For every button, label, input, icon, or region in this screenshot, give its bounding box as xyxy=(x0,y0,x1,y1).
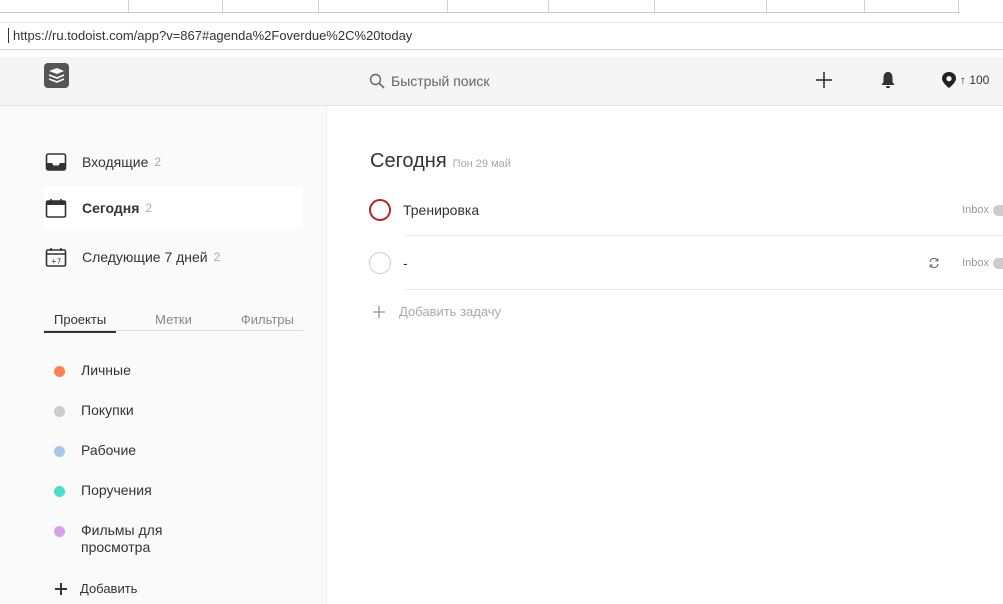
task-project-label[interactable]: Inbox xyxy=(962,257,1003,269)
tab-separator xyxy=(864,0,865,12)
project-item[interactable]: Поручения xyxy=(44,482,303,510)
project-color-dot xyxy=(54,526,65,537)
tab-labels[interactable]: Метки xyxy=(145,309,202,333)
tab-separator xyxy=(128,0,129,12)
sidebar-item-today[interactable]: Сегодня 2 xyxy=(44,186,303,229)
project-label: Рабочие xyxy=(81,442,137,458)
project-item[interactable]: Фильмы для просмотра xyxy=(44,522,204,555)
karma-score: ↑ 100 xyxy=(960,73,990,87)
plus-icon xyxy=(55,582,67,595)
bell-icon[interactable] xyxy=(879,70,897,90)
app-header: Быстрый поиск ↑ 100 xyxy=(0,57,1003,106)
sidebar-item-label: Входящие xyxy=(82,153,149,170)
view-heading: Сегодня Пон 29 май xyxy=(370,150,511,173)
plus-icon xyxy=(373,305,385,318)
add-task-plus-icon[interactable] xyxy=(813,69,835,91)
sidebar-item-label: Следующие 7 дней xyxy=(82,248,208,265)
todoist-logo-icon[interactable] xyxy=(44,63,69,88)
karma-icon xyxy=(942,72,956,88)
tab-separator xyxy=(222,0,223,12)
project-label: Личные xyxy=(81,362,131,378)
project-item[interactable]: Личные xyxy=(44,362,303,390)
tab-separator xyxy=(318,0,319,12)
project-item[interactable]: Рабочие xyxy=(44,442,303,470)
sidebar-item-label: Сегодня xyxy=(82,199,140,216)
project-color-dot xyxy=(54,446,65,457)
sidebar-item-next-7-days[interactable]: +7 Следующие 7 дней 2 xyxy=(44,235,303,278)
task-divider xyxy=(404,289,1003,290)
task-project-label[interactable]: Inbox xyxy=(962,204,1003,216)
url-text[interactable]: https://ru.todoist.com/app?v=867#agenda%… xyxy=(13,28,412,43)
add-task-button[interactable]: Добавить задачу xyxy=(373,304,501,319)
text-caret xyxy=(8,28,9,43)
task-item[interactable]: - Inbox xyxy=(369,237,1003,289)
sidebar-item-count: 2 xyxy=(213,249,221,264)
tab-separator xyxy=(958,0,959,12)
search-placeholder: Быстрый поиск xyxy=(391,73,490,89)
project-label: Поручения xyxy=(81,482,152,498)
calendar-next-7-icon: +7 xyxy=(45,247,67,267)
project-color-dot xyxy=(54,486,65,497)
task-content[interactable]: Тренировка xyxy=(403,202,479,218)
task-checkbox[interactable] xyxy=(369,252,391,274)
tab-separator xyxy=(766,0,767,12)
add-project-label: Добавить xyxy=(80,581,138,596)
svg-text:+7: +7 xyxy=(51,257,61,265)
address-bar[interactable]: https://ru.todoist.com/app?v=867#agenda%… xyxy=(0,22,1003,50)
sidebar-item-count: 2 xyxy=(145,200,153,215)
sidebar-item-count: 2 xyxy=(154,154,162,169)
inbox-icon xyxy=(45,152,67,171)
project-label: Покупки xyxy=(81,402,134,418)
tab-filters[interactable]: Фильтры xyxy=(231,309,304,333)
project-color-dot xyxy=(54,406,65,417)
karma-button[interactable]: ↑ 100 xyxy=(941,71,989,89)
task-project-name: Inbox xyxy=(962,204,989,216)
search-icon xyxy=(369,73,385,89)
tab-strip-border xyxy=(0,12,960,13)
tab-separator xyxy=(654,0,655,12)
browser-tab-strip xyxy=(0,0,1003,16)
quick-search[interactable]: Быстрый поиск xyxy=(369,70,490,92)
project-color-dot xyxy=(54,366,65,377)
page-date: Пон 29 май xyxy=(452,158,511,170)
task-checkbox[interactable] xyxy=(369,199,391,221)
task-item[interactable]: Тренировка Inbox xyxy=(369,184,1003,236)
add-project-button[interactable]: Добавить xyxy=(54,581,137,596)
project-label: Фильмы для просмотра xyxy=(81,522,163,555)
recurring-icon xyxy=(929,257,939,269)
main-content: Сегодня Пон 29 май Тренировка Inbox - In… xyxy=(327,106,1003,604)
tab-projects[interactable]: Проекты xyxy=(44,309,117,333)
task-content[interactable]: - xyxy=(403,255,408,271)
project-color-dot xyxy=(993,204,1003,216)
task-divider xyxy=(404,235,1003,236)
add-task-label: Добавить задачу xyxy=(399,304,502,319)
sidebar-tabs: Проекты Метки Фильтры xyxy=(44,303,304,333)
tab-separator xyxy=(548,0,549,12)
project-item[interactable]: Покупки xyxy=(44,402,303,430)
sidebar-item-inbox[interactable]: Входящие 2 xyxy=(44,140,303,183)
tab-separator xyxy=(447,0,448,12)
task-project-name: Inbox xyxy=(962,257,989,269)
page-title: Сегодня xyxy=(370,150,447,172)
project-color-dot xyxy=(993,257,1003,269)
sidebar: Входящие 2 Сегодня 2 +7 Следующие 7 дней… xyxy=(0,106,327,604)
calendar-today-icon xyxy=(45,198,67,218)
